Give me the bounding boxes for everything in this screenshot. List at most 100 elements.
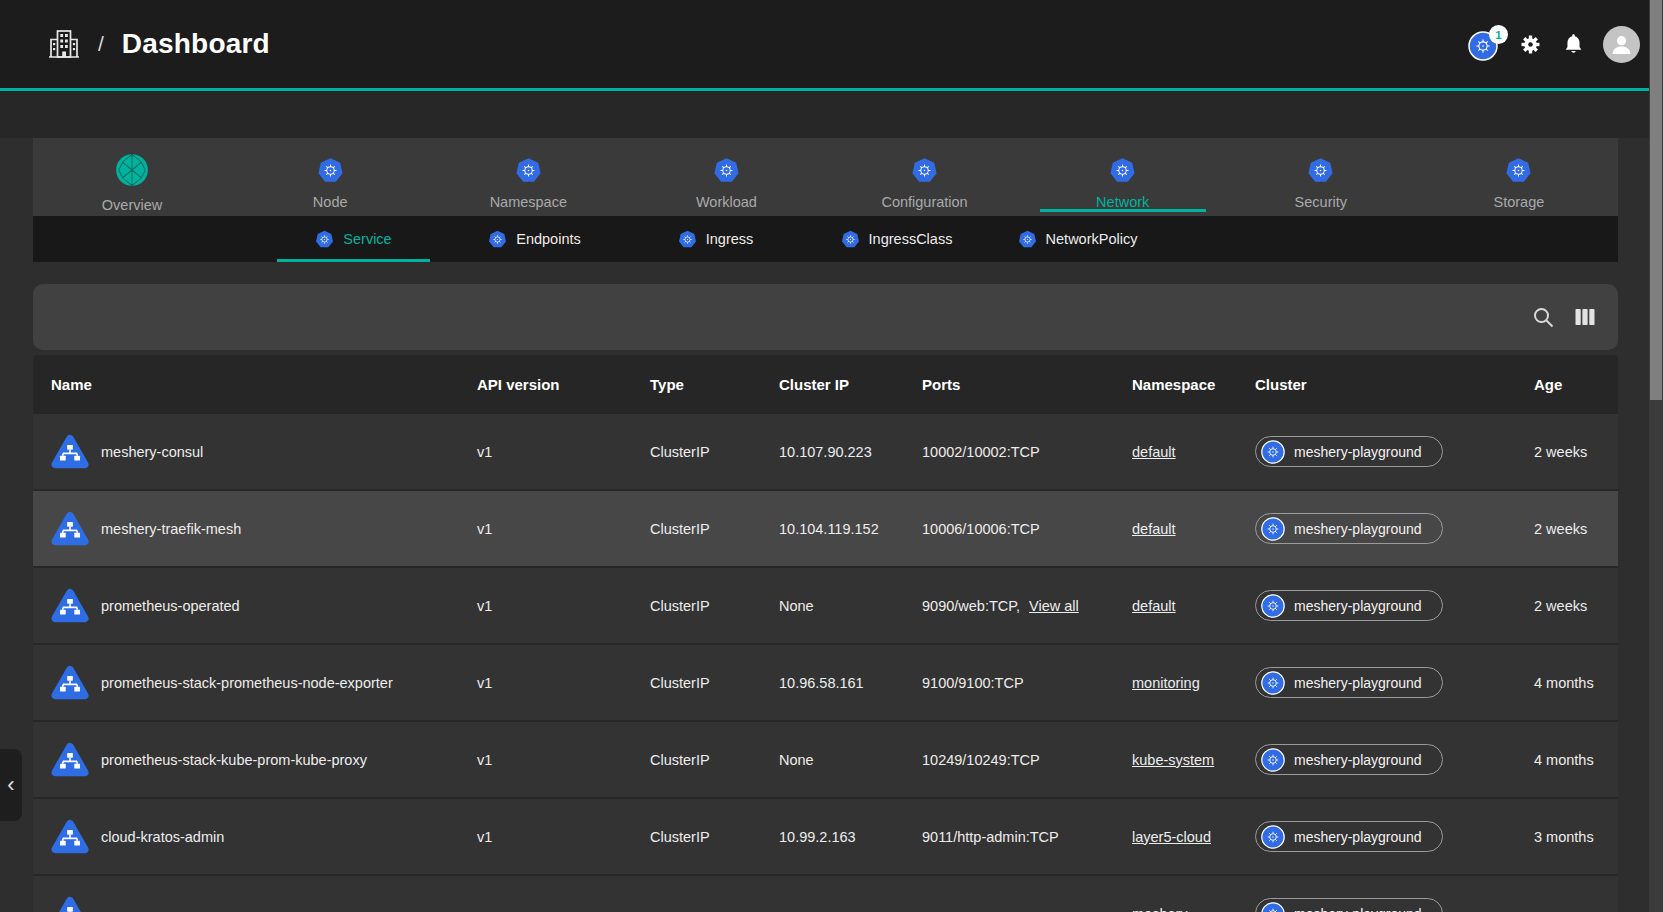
service-name: meshery-consul: [101, 444, 203, 460]
kubernetes-icon: [315, 230, 334, 249]
context-count-badge: 1: [1489, 25, 1508, 44]
subtab-endpoints[interactable]: Endpoints: [444, 216, 625, 262]
cluster-chip[interactable]: meshery-playground: [1255, 667, 1443, 698]
tab-node[interactable]: Node: [231, 138, 429, 216]
subtab-label: IngressClass: [869, 231, 953, 247]
service-icon: [51, 818, 89, 856]
tab-label: Workload: [696, 194, 757, 210]
cluster-chip[interactable]: meshery-playground: [1255, 436, 1443, 467]
api-version: v1: [477, 521, 650, 537]
tab-configuration[interactable]: Configuration: [826, 138, 1024, 216]
cluster-ip: 10.99.2.163: [779, 829, 922, 845]
organization-building-icon[interactable]: [48, 28, 80, 60]
subtab-label: NetworkPolicy: [1046, 231, 1138, 247]
kubernetes-icon: [1307, 157, 1334, 184]
kubernetes-icon: [1505, 157, 1532, 184]
ports-value: 9011/http-admin:TCP: [922, 829, 1059, 845]
tab-label: Storage: [1494, 194, 1545, 210]
table-row[interactable]: meshery-consul v1 ClusterIP 10.107.90.22…: [33, 414, 1618, 491]
kubernetes-icon: [1261, 825, 1285, 849]
tab-storage[interactable]: Storage: [1420, 138, 1618, 216]
service-icon: [51, 433, 89, 471]
service-name: meshery-traefik-mesh: [101, 521, 241, 537]
namespace-link[interactable]: kube-system: [1132, 752, 1214, 768]
kubernetes-icon: [1261, 440, 1285, 464]
cluster-ip: 10.96.58.161: [779, 675, 922, 691]
tab-label: Node: [313, 194, 348, 210]
service-type: ClusterIP: [650, 521, 779, 537]
col-header-namespace[interactable]: Namespace: [1132, 376, 1255, 393]
subtab-label: Endpoints: [516, 231, 581, 247]
cluster-chip[interactable]: meshery-playground: [1255, 821, 1443, 852]
table-row[interactable]: meshery meshery-playground: [33, 876, 1618, 912]
subtab-ingressclass[interactable]: IngressClass: [806, 216, 987, 262]
namespace-link[interactable]: meshery: [1132, 906, 1188, 912]
service-icon: [51, 895, 89, 912]
page-title: Dashboard: [122, 28, 270, 60]
subtab-label: Service: [343, 231, 391, 247]
tab-security[interactable]: Security: [1222, 138, 1420, 216]
service-icon: [51, 741, 89, 779]
cluster-name: meshery-playground: [1294, 675, 1422, 691]
network-subtabs: Service Endpoints Ingress IngressClass N…: [33, 216, 1618, 262]
user-avatar[interactable]: [1603, 26, 1640, 63]
namespace-link[interactable]: layer5-cloud: [1132, 829, 1211, 845]
table-row[interactable]: cloud-kratos-admin v1 ClusterIP 10.99.2.…: [33, 799, 1618, 876]
kubernetes-context-switcher[interactable]: 1: [1468, 28, 1500, 60]
namespace-link[interactable]: default: [1132, 598, 1176, 614]
meshery-logo-icon: [115, 153, 149, 187]
services-table: Name API version Type Cluster IP Ports N…: [33, 355, 1618, 912]
tab-namespace[interactable]: Namespace: [429, 138, 627, 216]
tab-overview[interactable]: Overview: [33, 138, 231, 216]
cluster-chip[interactable]: meshery-playground: [1255, 590, 1443, 621]
table-header-row: Name API version Type Cluster IP Ports N…: [33, 355, 1618, 414]
kubernetes-icon: [678, 230, 697, 249]
notifications-bell-icon[interactable]: [1561, 32, 1586, 57]
search-icon[interactable]: [1532, 306, 1554, 328]
service-type: ClusterIP: [650, 598, 779, 614]
settings-gear-icon[interactable]: [1517, 31, 1544, 58]
tab-label: Network: [1096, 194, 1149, 210]
namespace-link[interactable]: default: [1132, 444, 1176, 460]
col-header-cluster-ip[interactable]: Cluster IP: [779, 376, 922, 393]
ports-value: 10002/10002:TCP: [922, 444, 1040, 460]
table-row[interactable]: meshery-traefik-mesh v1 ClusterIP 10.104…: [33, 491, 1618, 568]
service-type: ClusterIP: [650, 444, 779, 460]
scrollbar-thumb[interactable]: [1650, 0, 1662, 400]
breadcrumb: / Dashboard: [48, 28, 270, 60]
cluster-ip: 10.107.90.223: [779, 444, 922, 460]
vertical-scrollbar[interactable]: [1649, 0, 1663, 912]
tab-label: Configuration: [881, 194, 967, 210]
breadcrumb-separator: /: [98, 32, 104, 56]
table-row[interactable]: prometheus-stack-kube-prom-kube-proxy v1…: [33, 722, 1618, 799]
col-header-type[interactable]: Type: [650, 376, 779, 393]
app-header: / Dashboard 1: [0, 0, 1663, 88]
namespace-link[interactable]: default: [1132, 521, 1176, 537]
table-row[interactable]: prometheus-operated v1 ClusterIP None 90…: [33, 568, 1618, 645]
tab-network[interactable]: Network: [1024, 138, 1222, 216]
api-version: v1: [477, 752, 650, 768]
col-header-cluster[interactable]: Cluster: [1255, 376, 1534, 393]
subtab-service[interactable]: Service: [263, 216, 444, 262]
kubernetes-icon: [317, 157, 344, 184]
view-columns-icon[interactable]: [1574, 306, 1596, 328]
person-icon: [1609, 32, 1634, 57]
subtab-networkpolicy[interactable]: NetworkPolicy: [987, 216, 1168, 262]
col-header-api-version[interactable]: API version: [477, 376, 650, 393]
cluster-chip[interactable]: meshery-playground: [1255, 898, 1443, 912]
col-header-age[interactable]: Age: [1534, 376, 1618, 393]
view-all-link[interactable]: View all: [1029, 598, 1079, 614]
table-row[interactable]: prometheus-stack-prometheus-node-exporte…: [33, 645, 1618, 722]
sidebar-collapse-toggle[interactable]: ‹: [0, 749, 22, 821]
subtab-ingress[interactable]: Ingress: [625, 216, 806, 262]
cluster-chip[interactable]: meshery-playground: [1255, 513, 1443, 544]
col-header-ports[interactable]: Ports: [922, 376, 1132, 393]
age: 4 months: [1534, 675, 1618, 691]
cluster-chip[interactable]: meshery-playground: [1255, 744, 1443, 775]
col-header-name[interactable]: Name: [51, 376, 477, 393]
ports: 10002/10002:TCP: [922, 444, 1132, 460]
ports: 9100/9100:TCP: [922, 675, 1132, 691]
age: 2 weeks: [1534, 598, 1618, 614]
namespace-link[interactable]: monitoring: [1132, 675, 1200, 691]
tab-workload[interactable]: Workload: [627, 138, 825, 216]
